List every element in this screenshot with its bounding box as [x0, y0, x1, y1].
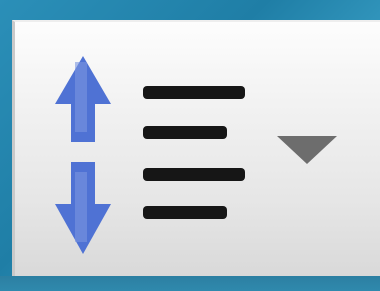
canvas: [0, 0, 380, 291]
line-spacing-button[interactable]: [12, 20, 380, 276]
arrow-down-icon: [55, 162, 111, 254]
arrow-up-icon: [55, 56, 111, 142]
dropdown-arrow-icon[interactable]: [277, 136, 337, 164]
text-lines-icon: [143, 86, 245, 219]
line-spacing-icon: [55, 56, 337, 254]
background-strip: [0, 276, 380, 291]
